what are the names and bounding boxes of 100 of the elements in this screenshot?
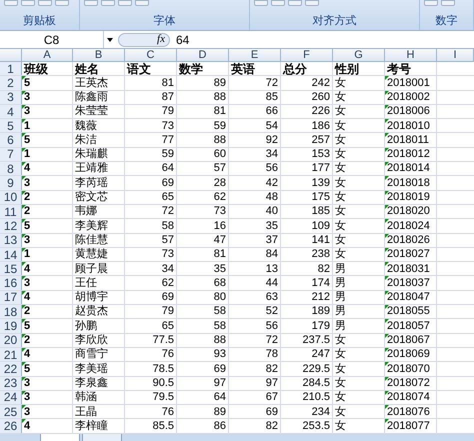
toolbar-icon[interactable] [84, 0, 98, 6]
table-cell: 2018011 [385, 133, 437, 147]
row-header[interactable]: 23 [0, 376, 22, 390]
toolbar-icon[interactable] [441, 0, 455, 6]
row-header[interactable]: 1 [0, 62, 22, 76]
row-header[interactable]: 6 [0, 133, 22, 147]
column-header[interactable]: H [385, 49, 437, 61]
table-cell: 42 [229, 176, 281, 190]
table-cell: 58 [177, 305, 229, 318]
row-header[interactable]: 5 [0, 119, 22, 132]
table-cell: 2018069 [385, 348, 437, 362]
table-cell: 238 [281, 248, 333, 262]
row-header[interactable]: 13 [0, 234, 22, 247]
table-cell: 3 [22, 90, 73, 104]
toolbar-icon[interactable] [254, 0, 268, 6]
table-cell: 257 [281, 133, 333, 147]
table-cell: 186 [281, 119, 333, 132]
row-header[interactable]: 24 [0, 390, 22, 404]
column-header[interactable]: G [333, 49, 385, 61]
column-header[interactable]: B [73, 49, 125, 61]
toolbar-icon[interactable] [424, 0, 438, 6]
toolbar-icon[interactable] [288, 0, 302, 6]
toolbar-icon[interactable] [101, 0, 115, 6]
row-header[interactable]: 19 [0, 319, 22, 333]
table-cell: 284.5 [281, 376, 333, 390]
table-cell: 59 [177, 119, 229, 132]
table-cell: 88 [177, 133, 229, 147]
table-cell: 密文芯 [73, 190, 125, 204]
table-cell: 65 [125, 190, 177, 204]
table-cell: 141 [281, 234, 333, 247]
column-header[interactable]: A [22, 49, 73, 61]
table-cell: 77.5 [125, 334, 177, 347]
column-header[interactable]: C [125, 49, 177, 61]
toolbar-icon[interactable] [135, 0, 149, 6]
table-cell: 李泉鑫 [73, 376, 125, 390]
column-header[interactable]: E [229, 49, 281, 61]
table-cell: 35 [229, 219, 281, 233]
row-header[interactable]: 22 [0, 362, 22, 376]
name-box[interactable]: C8 [0, 31, 104, 48]
table-cell: 47 [177, 234, 229, 247]
table-cell: 97 [229, 376, 281, 390]
table-cell: 女 [333, 362, 385, 376]
row-header[interactable]: 2 [0, 76, 22, 90]
row-header[interactable]: 10 [0, 190, 22, 204]
formula-field[interactable]: 64 [170, 31, 474, 48]
table-cell: 女 [333, 119, 385, 132]
column-header[interactable]: F [281, 49, 333, 61]
row-header[interactable]: 3 [0, 90, 22, 104]
ribbon-group-label: 对齐方式 [312, 14, 356, 28]
table-cell: 2018057 [385, 319, 437, 333]
row-header[interactable]: 12 [0, 219, 22, 233]
table-cell: 48 [229, 190, 281, 204]
table-cell: 5 [22, 219, 73, 233]
table-cell: 34 [125, 262, 177, 276]
dropdown-arrow-icon[interactable] [107, 38, 113, 42]
row-header[interactable]: 20 [0, 334, 22, 347]
table-cell: 69 [177, 362, 229, 376]
row-header[interactable]: 26 [0, 419, 22, 433]
table-cell: 3 [22, 276, 73, 290]
row-header[interactable]: 11 [0, 204, 22, 218]
toolbar-icon[interactable] [21, 0, 35, 6]
row-header[interactable]: 14 [0, 248, 22, 262]
toolbar-icon[interactable] [271, 0, 285, 6]
row-header[interactable]: 17 [0, 290, 22, 304]
row-header[interactable]: 16 [0, 276, 22, 290]
table-cell: 女 [333, 76, 385, 90]
row-header[interactable]: 25 [0, 405, 22, 418]
toolbar-icon[interactable] [305, 0, 319, 6]
row-header[interactable]: 15 [0, 262, 22, 276]
toolbar-icon[interactable] [4, 0, 18, 6]
table-cell: 77 [125, 133, 177, 147]
row-header[interactable]: 8 [0, 162, 22, 176]
table-cell: 2018010 [385, 119, 437, 132]
row-header[interactable]: 9 [0, 176, 22, 190]
table-cell: 2018047 [385, 290, 437, 304]
table-cell: 52 [229, 305, 281, 318]
toolbar-icon[interactable] [118, 0, 132, 6]
row-header[interactable]: 21 [0, 348, 22, 362]
column-header[interactable]: D [177, 49, 229, 61]
table-cell: 王任 [73, 276, 125, 290]
table-cell: 93 [177, 348, 229, 362]
fx-button[interactable]: fx [118, 32, 170, 46]
toolbar-icon[interactable] [55, 0, 69, 6]
toolbar-icon[interactable] [38, 0, 52, 6]
table-cell: 女 [333, 162, 385, 176]
column-header[interactable]: I [437, 49, 474, 61]
table-cell: 男 [333, 305, 385, 318]
table-cell: 考号 [385, 62, 437, 76]
row-header[interactable]: 7 [0, 148, 22, 162]
table-cell: 2018070 [385, 362, 437, 376]
table-cell: 2 [22, 334, 73, 347]
table-cell: 81 [177, 104, 229, 118]
table-cell: 陈佳慧 [73, 234, 125, 247]
table-cell: 69 [125, 290, 177, 304]
row-header[interactable]: 4 [0, 104, 22, 118]
table-cell: 79.5 [125, 390, 177, 404]
table-cell: 72 [229, 76, 281, 90]
row-header[interactable]: 18 [0, 305, 22, 318]
table-cell: 66 [229, 104, 281, 118]
table-cell: 男 [333, 262, 385, 276]
